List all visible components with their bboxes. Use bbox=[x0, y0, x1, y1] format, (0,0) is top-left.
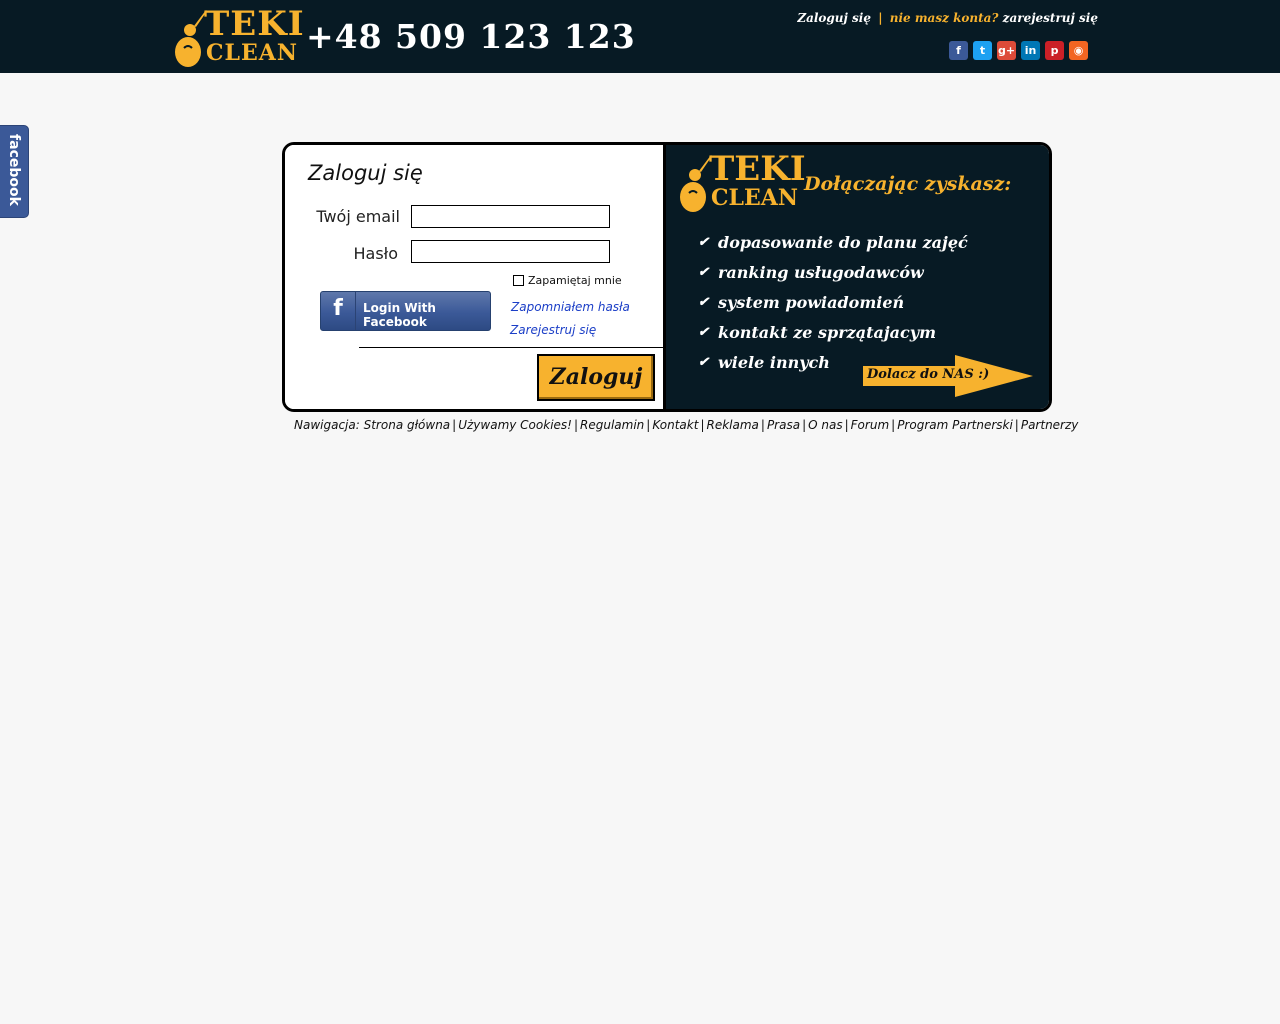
facebook-side-tab-label: facebook bbox=[6, 134, 22, 206]
benefit-item: ✔ dopasowanie do planu zajęć bbox=[698, 227, 968, 257]
password-field[interactable] bbox=[411, 240, 610, 263]
check-icon: ✔ bbox=[698, 294, 709, 310]
check-icon: ✔ bbox=[698, 324, 709, 340]
footer-separator: | bbox=[452, 418, 457, 432]
footer-separator: | bbox=[891, 418, 896, 432]
footer-link[interactable]: Partnerzy bbox=[1021, 418, 1079, 432]
register-form-link[interactable]: Zarejestruj się bbox=[510, 323, 596, 337]
join-us-label: Dolacz do NAS :) bbox=[867, 367, 990, 382]
promo-logo-teki: TEKI bbox=[709, 149, 806, 189]
login-submit-button[interactable]: Zaloguj bbox=[537, 354, 655, 401]
benefit-label: system powiadomień bbox=[718, 292, 905, 312]
remember-me[interactable]: Zapamiętaj mnie bbox=[513, 274, 622, 287]
linkedin-icon[interactable]: in bbox=[1021, 41, 1040, 60]
login-title: Zaloguj się bbox=[308, 161, 423, 185]
logo-teki: TEKI bbox=[204, 4, 305, 44]
benefit-label: ranking usługodawców bbox=[718, 262, 924, 282]
promo-logo: TEKI CLEAN bbox=[679, 149, 806, 213]
footer-link[interactable]: O nas bbox=[808, 418, 842, 432]
benefits-title: Dołączając zyskasz: bbox=[804, 173, 1012, 195]
forgot-password-link[interactable]: Zapomniałem hasła bbox=[511, 300, 630, 314]
phone-number: +48 509 123 123 bbox=[306, 17, 636, 56]
footer-separator: | bbox=[760, 418, 765, 432]
password-label: Hasło bbox=[353, 244, 398, 263]
remember-label: Zapamiętaj mnie bbox=[528, 274, 622, 287]
form-divider bbox=[359, 347, 663, 348]
google-plus-icon[interactable]: g+ bbox=[997, 41, 1016, 60]
footer-link[interactable]: Strona główna bbox=[364, 418, 451, 432]
check-icon: ✔ bbox=[698, 234, 709, 250]
no-account-text: nie masz konta? bbox=[889, 11, 999, 25]
link-separator: | bbox=[878, 11, 883, 25]
benefit-item: ✔ system powiadomień bbox=[698, 287, 968, 317]
email-label: Twój email bbox=[316, 207, 400, 226]
facebook-login-button[interactable]: f Login With Facebook bbox=[320, 291, 491, 331]
account-links: Zaloguj się | nie masz konta? zarejestru… bbox=[797, 11, 1098, 25]
check-icon: ✔ bbox=[698, 264, 709, 280]
mascot-icon bbox=[680, 155, 712, 212]
benefit-label: dopasowanie do planu zajęć bbox=[718, 232, 968, 252]
facebook-icon[interactable]: f bbox=[949, 41, 968, 60]
email-field[interactable] bbox=[411, 205, 610, 228]
twitter-icon[interactable]: t bbox=[973, 41, 992, 60]
rss-icon[interactable]: ◉ bbox=[1069, 41, 1088, 60]
top-header: TEKI CLEAN +48 509 123 123 Zaloguj się |… bbox=[0, 0, 1280, 73]
footer-navigation: Nawigacja: Strona główna | Używamy Cookies… bbox=[294, 418, 1078, 432]
benefit-label: wiele innych bbox=[718, 352, 830, 372]
login-link[interactable]: Zaloguj się bbox=[797, 11, 871, 25]
footer-link[interactable]: Używamy Cookies! bbox=[458, 418, 572, 432]
promo-logo-clean: CLEAN bbox=[711, 185, 798, 211]
join-us-button[interactable]: Dolacz do NAS :) bbox=[863, 355, 1035, 397]
logo-clean: CLEAN bbox=[206, 40, 298, 66]
footer-link[interactable]: Kontakt bbox=[652, 418, 698, 432]
footer-link[interactable]: Regulamin bbox=[580, 418, 644, 432]
benefits-panel: TEKI CLEAN Dołączając zyskasz: ✔ dopasowa… bbox=[663, 145, 1049, 409]
benefit-item: ✔ ranking usługodawców bbox=[698, 257, 968, 287]
login-form: Zaloguj się Twój email Hasło Zapamiętaj … bbox=[285, 145, 663, 409]
footer-link[interactable]: Program Partnerski bbox=[897, 418, 1013, 432]
footer-separator: | bbox=[573, 418, 579, 432]
facebook-login-label: Login With Facebook bbox=[363, 301, 436, 329]
register-link[interactable]: zarejestruj się bbox=[1003, 11, 1098, 25]
footer-link[interactable]: Reklama bbox=[706, 418, 758, 432]
pinterest-icon[interactable]: p bbox=[1045, 41, 1064, 60]
footer-prefix: Nawigacja: bbox=[294, 418, 360, 432]
check-icon: ✔ bbox=[698, 354, 709, 370]
facebook-side-tab[interactable]: facebook bbox=[0, 125, 29, 218]
benefit-item: ✔ kontakt ze sprzątajacym bbox=[698, 317, 968, 347]
facebook-icon: f bbox=[321, 292, 356, 330]
mascot-icon bbox=[175, 10, 207, 67]
footer-separator: | bbox=[1014, 418, 1019, 432]
footer-separator: | bbox=[802, 418, 807, 432]
footer-link[interactable]: Forum bbox=[851, 418, 889, 432]
social-icons: f t g+ in p ◉ bbox=[949, 41, 1088, 60]
site-logo[interactable]: TEKI CLEAN bbox=[174, 4, 304, 68]
footer-separator: | bbox=[844, 418, 849, 432]
footer-link[interactable]: Prasa bbox=[767, 418, 800, 432]
login-panel: Zaloguj się Twój email Hasło Zapamiętaj … bbox=[282, 142, 1052, 412]
benefit-label: kontakt ze sprzątajacym bbox=[718, 322, 936, 342]
remember-checkbox[interactable] bbox=[513, 275, 524, 286]
